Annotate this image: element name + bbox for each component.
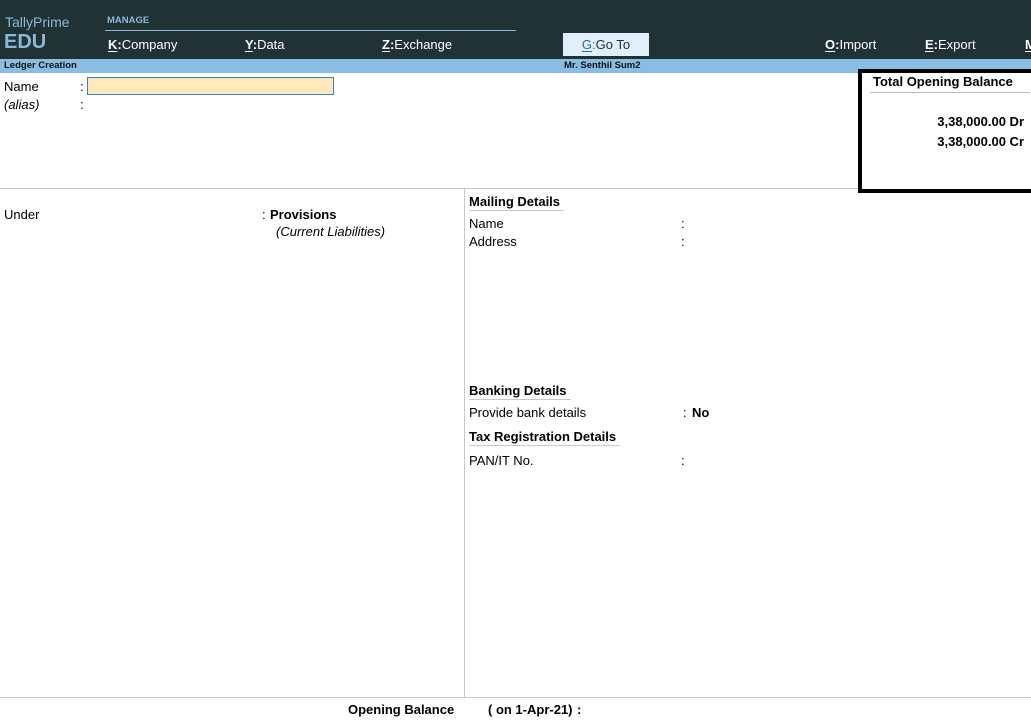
pan-label: PAN/IT No. [469, 453, 534, 468]
menu-label: Company [121, 37, 178, 52]
total-debit: 3,38,000.00 Dr [937, 114, 1024, 129]
menu-exchange[interactable]: Z:Exchange [382, 37, 452, 52]
opening-balance-colon: : [577, 702, 582, 717]
menu-key: Z [382, 37, 390, 52]
name-label: Name [4, 79, 39, 94]
menu-label: Import [839, 37, 877, 52]
menu-key: Y [245, 37, 253, 52]
banking-details-heading: Banking Details [469, 383, 571, 400]
menu-label: Exchange [394, 37, 453, 52]
title-underline [870, 92, 1030, 93]
mailing-name-input[interactable] [690, 215, 850, 232]
manage-section-label: MANAGE [107, 15, 150, 26]
name-input[interactable] [87, 77, 334, 95]
menu-key: G [581, 37, 593, 52]
mailing-name-label: Name [469, 216, 504, 231]
column-divider [464, 189, 465, 697]
provide-bank-details-colon: : [683, 405, 687, 420]
total-credit: 3,38,000.00 Cr [937, 134, 1024, 149]
mailing-details-heading: Mailing Details [469, 194, 565, 211]
menu-company[interactable]: K:Company [108, 37, 177, 52]
menu-data[interactable]: Y:Data [245, 37, 285, 52]
menu-label: Data [257, 37, 285, 52]
alias-colon: : [80, 97, 84, 112]
opening-balance-input[interactable] [590, 700, 790, 718]
mailing-address-input[interactable] [690, 233, 850, 250]
menu-import[interactable]: O:Import [825, 37, 876, 52]
tax-registration-heading: Tax Registration Details [469, 429, 621, 446]
mailing-address-label: Address [469, 234, 517, 249]
menu-key: E [925, 37, 934, 52]
under-group: (Current Liabilities) [276, 224, 386, 239]
divider [0, 188, 858, 189]
menu-label: Go To [595, 37, 631, 52]
under-value[interactable]: Provisions [270, 207, 336, 222]
brand-edition: EDU [4, 31, 47, 53]
opening-balance-label: Opening Balance [348, 702, 455, 717]
goto-button[interactable]: G:Go To [563, 33, 649, 56]
menu-key: M [1025, 37, 1031, 52]
company-name: Mr. Senthil Sum2 [564, 60, 641, 71]
brand-name: TallyPrime [5, 14, 70, 30]
under-colon: : [262, 207, 266, 222]
manage-divider [105, 30, 516, 31]
menu-more[interactable]: M [1025, 37, 1031, 52]
screen-title: Ledger Creation [4, 60, 77, 71]
pan-colon: : [681, 453, 685, 468]
total-opening-balance-title: Total Opening Balance [873, 74, 1013, 89]
opening-balance-date: ( on 1-Apr-21) [488, 702, 573, 717]
menu-key: O [825, 37, 836, 52]
divider [0, 697, 1031, 698]
menu-label: Export [938, 37, 976, 52]
name-colon: : [80, 79, 84, 94]
menu-key: K [108, 37, 118, 52]
alias-label: (alias) [4, 97, 40, 112]
alias-input[interactable] [87, 96, 334, 114]
mailing-name-colon: : [681, 216, 685, 231]
menu-export[interactable]: E:Export [925, 37, 976, 52]
total-opening-balance-panel: Total Opening Balance 3,38,000.00 Dr 3,3… [858, 69, 1031, 193]
provide-bank-details-value[interactable]: No [692, 405, 709, 420]
provide-bank-details-label: Provide bank details [469, 405, 587, 420]
mailing-address-colon: : [681, 234, 685, 249]
under-label: Under [4, 207, 40, 222]
top-bar: TallyPrime EDU MANAGE K:Company Y:Data Z… [0, 0, 1031, 59]
pan-input[interactable] [690, 452, 850, 469]
